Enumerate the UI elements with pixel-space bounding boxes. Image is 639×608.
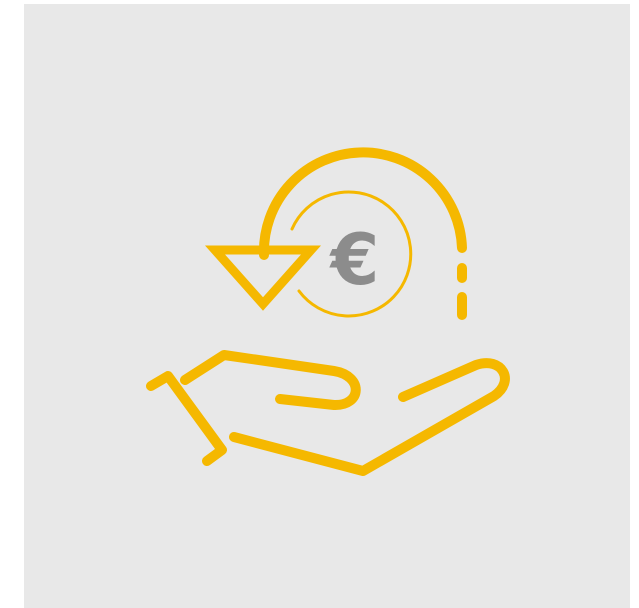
euro-symbol: € (329, 219, 380, 301)
hand-palm (180, 350, 361, 410)
refund-hand-euro-icon: € (146, 147, 510, 476)
icon-tile: € (24, 4, 630, 608)
hand-fingers (229, 358, 510, 476)
hand-cuff (146, 371, 227, 466)
